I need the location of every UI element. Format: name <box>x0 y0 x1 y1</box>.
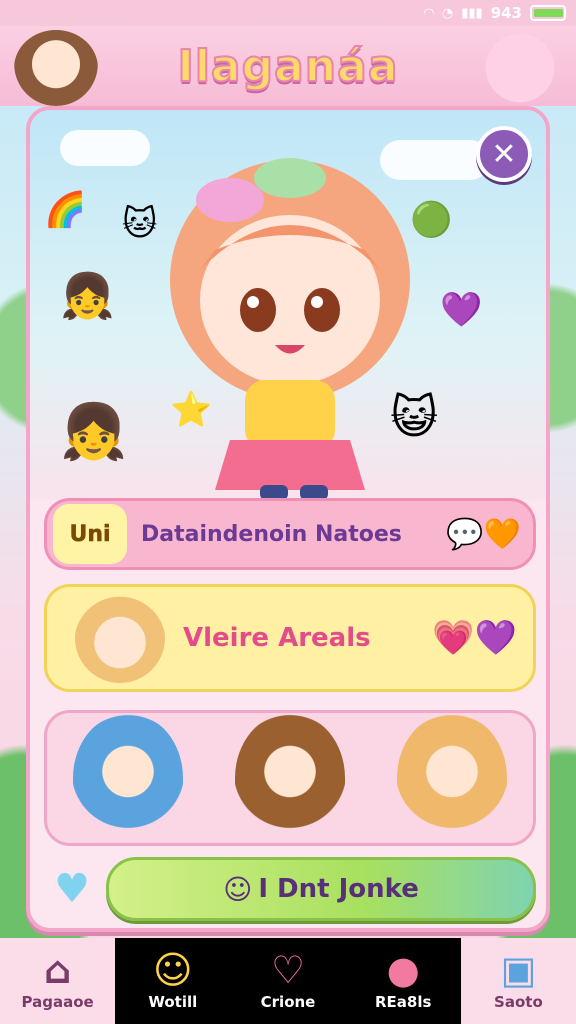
blob-icon: ● <box>386 948 420 992</box>
green-blob-icon: 🟢 <box>410 200 453 240</box>
nav-label: REa8ls <box>374 993 432 1011</box>
close-icon: ✕ <box>491 136 517 172</box>
app-header: Ilaganáa <box>0 26 576 106</box>
cat-sticker-icon: 🐱 <box>122 204 158 244</box>
nav-item-saoto[interactable]: ▣ Saoto <box>460 938 576 1024</box>
action-button-label: I Dnt Jonke <box>258 874 419 904</box>
wifi-icon: ◠ <box>423 5 434 21</box>
action-row: ♥ ☺ I Dnt Jonke <box>44 856 536 922</box>
characters-row <box>44 710 536 846</box>
info-text: Dataindenoin Natoes <box>141 521 402 547</box>
nav-item-wotill[interactable]: ☺ Wotill <box>115 938 231 1024</box>
yellow-cat-icon: 😺 <box>390 390 438 444</box>
heart-balloon-icon: 💗💜 <box>432 618 517 658</box>
blue-heart-icon: ♥ <box>54 866 90 912</box>
heart-icon: ♡ <box>270 948 306 992</box>
rainbow-icon: 🌈 <box>44 190 87 230</box>
cloud <box>60 130 150 166</box>
house-icon: ⌂ <box>44 948 72 992</box>
action-button[interactable]: ☺ I Dnt Jonke <box>106 857 536 921</box>
character-blue-hair[interactable] <box>73 713 183 843</box>
hero-character[interactable] <box>150 140 430 500</box>
signal-icon: ▮▮▮ <box>461 5 483 21</box>
hero-scene: 🌈 🐱 👧 👧 🟢 💜 😺 ⭐ ✕ <box>30 110 546 500</box>
status-bar: ◠ ◔ ▮▮▮ 943 <box>0 0 576 26</box>
lilac-girl-sticker: 👧 <box>60 271 115 322</box>
heart-icons: 💬🧡 <box>446 516 521 552</box>
pet-avatar[interactable] <box>478 30 562 106</box>
nav-item-home[interactable]: ⌂ Pagaaoe <box>0 938 116 1024</box>
areas-text: Vleire Areals <box>183 623 371 653</box>
smiley-icon: ☺ <box>152 948 193 992</box>
chest-icon: ▣ <box>500 948 537 992</box>
nav-label: Pagaaoe <box>21 993 94 1011</box>
battery-icon <box>530 5 566 21</box>
smile-bubble-icon: ☺ <box>223 872 253 906</box>
heart-icon: 💜 <box>440 290 483 330</box>
app-title: Ilaganáa <box>176 40 399 93</box>
close-button[interactable]: ✕ <box>476 126 532 182</box>
nav-label: Saoto <box>494 993 543 1011</box>
character-card: 🌈 🐱 👧 👧 🟢 💜 😺 ⭐ ✕ Uni Dataindenoin Natoe… <box>26 106 550 932</box>
battery-level <box>534 9 563 17</box>
nav-label: Wotill <box>148 993 198 1011</box>
status-time: 943 <box>490 4 522 22</box>
areas-row[interactable]: Vleire Areals 💗💜 <box>44 584 536 692</box>
info-row[interactable]: Uni Dataindenoin Natoes 💬🧡 <box>44 498 536 570</box>
alarm-icon: ◔ <box>441 5 454 21</box>
nav-item-reals[interactable]: ● REa8ls <box>345 938 461 1024</box>
player-avatar[interactable] <box>14 30 98 106</box>
bottom-nav: ⌂ Pagaaoe ☺ Wotill ♡ Crione ● REa8ls ▣ S… <box>0 938 576 1024</box>
character-blonde-hair[interactable] <box>397 713 507 843</box>
nav-label: Crione <box>260 993 316 1011</box>
blue-girl-sticker: 👧 <box>60 400 128 463</box>
info-tag: Uni <box>53 504 127 564</box>
nav-item-crione[interactable]: ♡ Crione <box>230 938 346 1024</box>
areas-avatar <box>75 593 165 683</box>
character-brown-hair[interactable] <box>235 713 345 843</box>
star-icon: ⭐ <box>170 390 213 430</box>
